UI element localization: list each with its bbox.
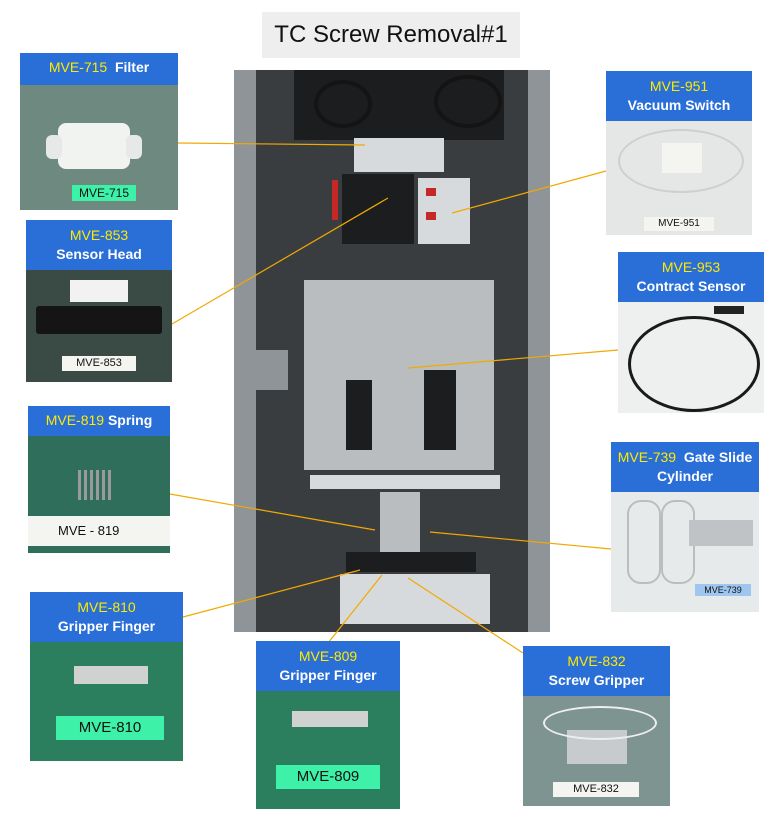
part-name: Gripper Finger	[279, 667, 377, 683]
part-tag: MVE-715	[72, 185, 136, 201]
part-tag: MVE-810	[56, 716, 164, 740]
part-card-vacuum-switch: MVE-951 Vacuum Switch MVE-951	[606, 71, 752, 235]
part-tag: MVE-832	[553, 782, 639, 797]
part-code: MVE-739	[617, 449, 677, 465]
part-name: Contract Sensor	[636, 278, 746, 294]
part-card-contract-sensor: MVE-953 Contract Sensor	[618, 252, 764, 413]
part-card-screw-gripper: MVE-832 Screw Gripper MVE-832	[523, 646, 670, 806]
part-card-sensor-head: MVE-853 Sensor Head MVE-853	[26, 220, 172, 382]
part-name: Gripper Finger	[57, 618, 156, 634]
part-name: Screw Gripper	[548, 672, 645, 688]
part-tag: MVE-853	[62, 356, 136, 371]
part-tag: MVE - 819	[28, 516, 170, 546]
part-code: MVE-715	[48, 59, 108, 75]
part-card-gate-slide-cylinder: MVE-739 Gate Slide Cylinder MVE-739	[611, 442, 759, 612]
part-code: MVE-853	[69, 227, 129, 243]
part-code: MVE-810	[77, 599, 136, 615]
part-card-spring: MVE-819 Spring MVE - 819	[28, 406, 170, 553]
part-name: Sensor Head	[56, 246, 142, 262]
part-card-gripper-finger-810: MVE-810 Gripper Finger MVE-810	[30, 592, 183, 761]
part-tag: MVE-739	[695, 584, 751, 596]
part-tag: MVE-951	[644, 217, 714, 231]
part-tag: MVE-809	[276, 765, 380, 789]
part-code: MVE-951	[649, 78, 709, 94]
part-name: Filter	[114, 59, 150, 75]
part-code: MVE-832	[567, 653, 626, 669]
part-card-filter: MVE-715 Filter MVE-715	[20, 53, 178, 210]
part-code: MVE-953	[661, 259, 721, 275]
part-name: Spring	[107, 412, 153, 428]
part-card-gripper-finger-809: MVE-809 Gripper Finger MVE-809	[256, 641, 400, 809]
part-name: Vacuum Switch	[627, 97, 731, 113]
part-code: MVE-809	[298, 648, 358, 664]
part-code: MVE-819	[45, 412, 105, 428]
